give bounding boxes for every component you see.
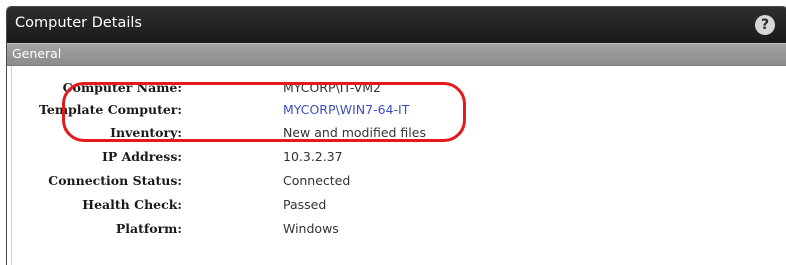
panel-header: Computer Details ? [7, 7, 786, 43]
detail-row-platform: Platform: Windows [12, 221, 712, 243]
health-check-value: Passed [283, 197, 327, 212]
computer-name-label: Computer Name: [62, 80, 182, 95]
platform-label: Platform: [115, 221, 182, 236]
ip-address-label: IP Address: [101, 149, 182, 164]
detail-row-computer-name: Computer Name: MYCORP\IT-VM2 [12, 80, 712, 102]
detail-row-connection-status: Connection Status: Connected [12, 173, 712, 195]
health-check-label: Health Check: [82, 197, 182, 212]
inventory-label: Inventory: [110, 125, 182, 140]
inventory-value: New and modified files [283, 125, 426, 140]
detail-row-health-check: Health Check: Passed [12, 197, 712, 219]
detail-row-ip-address: IP Address: 10.3.2.37 [12, 149, 712, 171]
computer-name-value: MYCORP\IT-VM2 [283, 80, 381, 95]
platform-value: Windows [283, 221, 339, 236]
connection-status-value: Connected [283, 173, 351, 188]
panel-title: Computer Details [15, 15, 142, 31]
computer-details-panel: Computer Details ? General Computer Name… [6, 6, 786, 265]
template-computer-label: Template Computer: [39, 102, 182, 117]
detail-row-inventory: Inventory: New and modified files [12, 125, 712, 147]
section-header-general: General [7, 43, 786, 66]
help-icon[interactable]: ? [755, 15, 775, 35]
template-computer-link[interactable]: MYCORP\WIN7-64-IT [283, 102, 409, 117]
details-list: Computer Name: MYCORP\IT-VM2 Template Co… [11, 66, 786, 265]
connection-status-label: Connection Status: [48, 173, 182, 188]
detail-row-template-computer: Template Computer: MYCORP\WIN7-64-IT [12, 102, 712, 124]
section-title: General [12, 46, 62, 61]
ip-address-value: 10.3.2.37 [283, 149, 343, 164]
